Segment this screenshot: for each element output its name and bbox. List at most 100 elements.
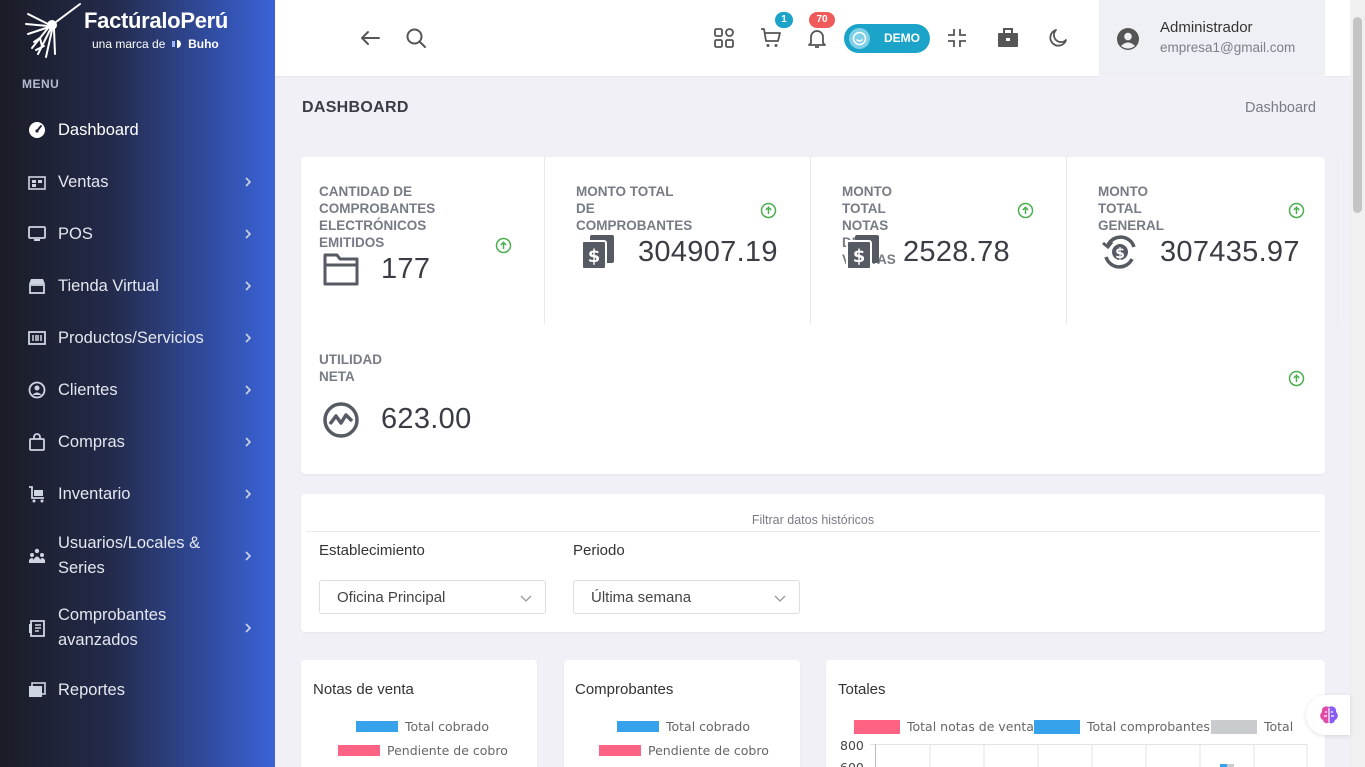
shopping-bag-icon bbox=[27, 432, 47, 452]
users-icon bbox=[27, 546, 47, 566]
document-icon bbox=[27, 618, 47, 638]
period-select[interactable]: Última semana bbox=[573, 580, 800, 614]
notifications-badge: 70 bbox=[809, 12, 835, 28]
stat-label: CANTIDAD DE COMPROBANTES ELECTRÓNICOS EM… bbox=[319, 184, 436, 250]
legend-item[interactable]: Pendiente de cobro bbox=[338, 743, 508, 758]
sidebar-item-label: Dashboard bbox=[58, 120, 139, 139]
legend-item[interactable]: Pendiente de cobro bbox=[599, 743, 769, 758]
stat-value: 304907.19 bbox=[638, 236, 778, 268]
cart-icon[interactable] bbox=[759, 26, 783, 50]
scrollbar-thumb[interactable] bbox=[1353, 17, 1362, 213]
sidebar-item-label: Productos/Servicios bbox=[58, 328, 204, 347]
sidebar-item-comprobantes-avanzados[interactable]: Comprobantes avanzados bbox=[0, 592, 275, 664]
chevron-down-icon bbox=[774, 595, 786, 602]
monitor-icon bbox=[27, 224, 47, 244]
cart-badge: 1 bbox=[775, 12, 793, 28]
period-value: Última semana bbox=[591, 589, 692, 606]
sidebar-nav: Dashboard Ventas POS Tienda Virtual Prod… bbox=[0, 104, 275, 716]
sidebar-item-tienda-virtual[interactable]: Tienda Virtual bbox=[0, 260, 275, 312]
brand-sub-prefix: una marca de bbox=[92, 37, 166, 51]
stat-value: 177 bbox=[381, 253, 431, 285]
sidebar-item-label: Ventas bbox=[58, 172, 109, 191]
breadcrumb[interactable]: Dashboard bbox=[1245, 100, 1316, 116]
sidebar-item-clientes[interactable]: Clientes bbox=[0, 364, 275, 416]
arrow-up-circle-icon bbox=[495, 237, 512, 254]
smile-icon bbox=[849, 28, 870, 49]
chevron-right-icon bbox=[245, 489, 252, 499]
sidebar-item-label: Reportes bbox=[58, 680, 125, 699]
legend-item[interactable]: Total cobrado bbox=[356, 719, 489, 734]
sidebar-item-label: Comprobantes avanzados bbox=[58, 606, 167, 649]
chevron-right-icon bbox=[245, 385, 252, 395]
user-circle-icon bbox=[27, 380, 47, 400]
sidebar-item-compras[interactable]: Compras bbox=[0, 416, 275, 468]
user-name: Administrador bbox=[1160, 19, 1253, 36]
page-scrollbar[interactable] bbox=[1350, 0, 1365, 767]
apps-grid-icon[interactable] bbox=[712, 26, 736, 50]
period-label: Periodo bbox=[573, 542, 625, 559]
sidebar-item-dashboard[interactable]: Dashboard bbox=[0, 104, 275, 156]
filter-card: Filtrar datos históricos Establecimiento… bbox=[301, 494, 1325, 632]
totales-chart-grid bbox=[870, 744, 1308, 767]
fullscreen-exit-icon[interactable] bbox=[945, 26, 969, 50]
sidebar-item-pos[interactable]: POS bbox=[0, 208, 275, 260]
legend-swatch bbox=[599, 745, 641, 756]
divider bbox=[1066, 157, 1067, 324]
brand-subtitle: una marca de Buho bbox=[92, 37, 219, 51]
sales-icon bbox=[27, 172, 47, 192]
divider bbox=[1337, 157, 1338, 324]
filter-title: Filtrar datos históricos bbox=[751, 513, 875, 527]
legend-item[interactable]: Total cobrado bbox=[617, 719, 750, 734]
user-email: empresa1@gmail.com bbox=[1160, 40, 1296, 55]
establishment-value: Oficina Principal bbox=[337, 589, 446, 606]
chevron-right-icon bbox=[245, 623, 252, 633]
legend-swatch bbox=[617, 721, 659, 732]
legend-swatch bbox=[338, 745, 380, 756]
money-stack-icon: $ bbox=[846, 235, 879, 270]
brand-name: FactúraloPerú bbox=[84, 8, 229, 33]
chevron-right-icon bbox=[245, 551, 252, 561]
search-icon[interactable] bbox=[404, 26, 428, 50]
topbar: 1 70 DEMO Administrador empresa1@gmail.c… bbox=[275, 0, 1350, 77]
user-menu[interactable]: Administrador empresa1@gmail.com bbox=[1099, 0, 1325, 77]
sidebar-item-label: Compras bbox=[58, 432, 125, 451]
gauge-icon bbox=[27, 120, 47, 140]
sidebar: FactúraloPerú una marca de Buho MENU Das… bbox=[0, 0, 275, 767]
chart-card-notas-venta: Notas de venta Total cobrado Pendiente d… bbox=[301, 660, 537, 767]
sidebar-item-reportes[interactable]: Reportes bbox=[0, 664, 275, 716]
sidebar-item-productos-servicios[interactable]: Productos/Servicios bbox=[0, 312, 275, 364]
brand-logo[interactable]: FactúraloPerú una marca de Buho bbox=[22, 2, 262, 62]
establishment-select[interactable]: Oficina Principal bbox=[319, 580, 546, 614]
sidebar-item-usuarios-locales-series[interactable]: Usuarios/Locales & Series bbox=[0, 520, 275, 592]
sidebar-item-inventario[interactable]: Inventario bbox=[0, 468, 275, 520]
profit-chart-icon bbox=[323, 402, 359, 438]
legend-swatch bbox=[1034, 720, 1080, 734]
svg-text:$: $ bbox=[853, 246, 866, 267]
demo-label: DEMO bbox=[884, 31, 920, 45]
chevron-right-icon bbox=[245, 229, 252, 239]
stat-value: 623.00 bbox=[381, 403, 472, 435]
demo-toggle[interactable]: DEMO bbox=[844, 24, 930, 53]
bell-icon[interactable] bbox=[805, 26, 829, 50]
briefcase-icon[interactable] bbox=[996, 26, 1020, 50]
sidebar-item-ventas[interactable]: Ventas bbox=[0, 156, 275, 208]
legend-item[interactable]: Total comprobantes bbox=[1034, 719, 1210, 734]
brand-sub-brand: Buho bbox=[188, 37, 219, 51]
legend-item[interactable]: Total notas de venta bbox=[854, 719, 1034, 734]
svg-text:$: $ bbox=[1115, 246, 1125, 262]
chart-title: Totales bbox=[838, 681, 886, 698]
assistant-button[interactable] bbox=[1306, 695, 1350, 735]
store-icon bbox=[27, 276, 47, 296]
moon-icon[interactable] bbox=[1046, 26, 1070, 50]
legend-item[interactable]: Total bbox=[1211, 719, 1293, 734]
y-tick-label: 800 bbox=[840, 738, 864, 753]
folder-icon bbox=[323, 253, 359, 286]
sidebar-item-label: Tienda Virtual bbox=[58, 276, 159, 295]
cart-icon bbox=[27, 484, 47, 504]
chart-card-totales: Totales Total notas de venta Total compr… bbox=[826, 660, 1325, 767]
arrow-left-icon[interactable] bbox=[358, 26, 382, 50]
stat-value: 307435.97 bbox=[1160, 236, 1300, 268]
establishment-label: Establecimiento bbox=[319, 542, 425, 559]
legend-swatch bbox=[1211, 720, 1257, 734]
legend-swatch bbox=[356, 721, 398, 732]
